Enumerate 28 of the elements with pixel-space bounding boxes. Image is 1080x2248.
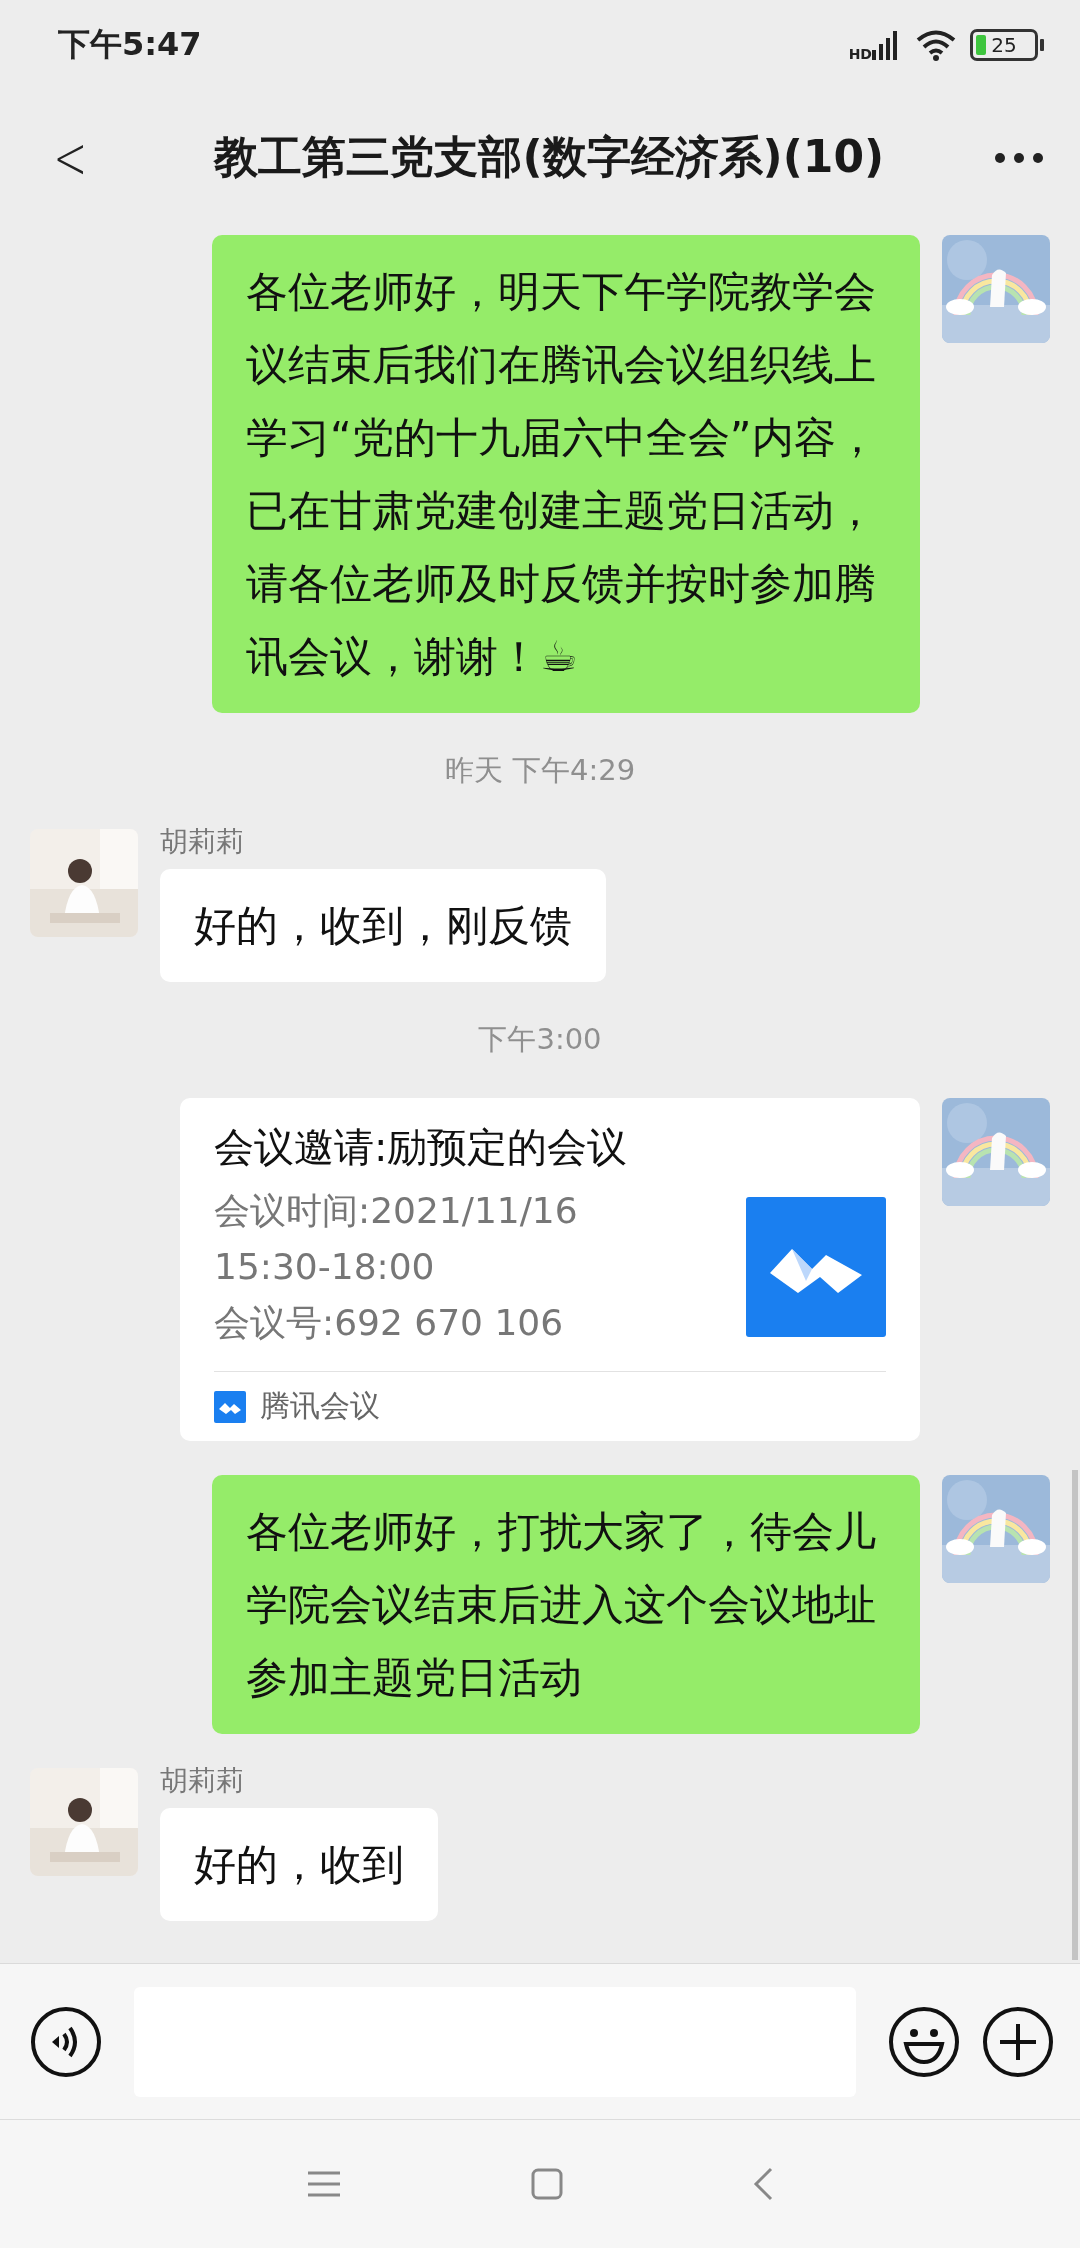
home-icon[interactable] (531, 2168, 563, 2200)
card-detail: 会议时间:2021/11/16 (214, 1189, 578, 1233)
chat-title: 教工第三党支部(数字经济系)(10) (212, 130, 886, 184)
network-type: HD (848, 46, 872, 62)
status-time: 下午5:47 (58, 24, 202, 65)
meeting-logo-icon (746, 1197, 886, 1337)
meeting-card[interactable]: 会议邀请:励预定的会议 会议时间:2021/11/16 15:30-18:00 会议号:692 670 106 腾讯会议 (180, 1098, 920, 1441)
card-detail: 会议号:692 670 106 (214, 1301, 565, 1345)
back-button[interactable]: < (46, 123, 95, 192)
back-icon[interactable] (753, 2167, 773, 2201)
voice-icon[interactable] (30, 2005, 102, 2078)
wifi-icon (916, 29, 956, 61)
message-time: 昨天 下午4:29 (444, 752, 636, 789)
emoji-icon[interactable] (888, 2005, 960, 2078)
message-bubble: 各位老师好，打扰大家了，待会儿学院会议结束后进入这个会议地址参加主题党日活动 (212, 1475, 920, 1734)
message-time: 下午3:00 (478, 1021, 602, 1058)
message-bubble: 好的，收到，刚反馈 (160, 869, 606, 982)
message-bubble: 各位老师好，明天下午学院教学会议结束后我们在腾讯会议组织线上学习“党的十九届六中全会”内容，已在甘肃党建创建主题党日活动，请各位老师及时反馈并按时参加腾讯会议，谢谢！☕ (212, 235, 920, 713)
menu-icon[interactable] (307, 2170, 341, 2198)
more-icon[interactable] (994, 151, 1044, 164)
card-title: 会议邀请:励预定的会议 (214, 1123, 629, 1172)
card-detail: 15:30-18:00 (214, 1245, 436, 1289)
sender-name: 胡莉莉 (160, 824, 245, 860)
card-source: 腾讯会议 (260, 1387, 380, 1425)
message-bubble: 好的，收到 (160, 1808, 438, 1921)
meeting-logo-icon (214, 1390, 246, 1423)
add-icon[interactable] (982, 2005, 1054, 2078)
sender-name: 胡莉莉 (160, 1763, 245, 1799)
